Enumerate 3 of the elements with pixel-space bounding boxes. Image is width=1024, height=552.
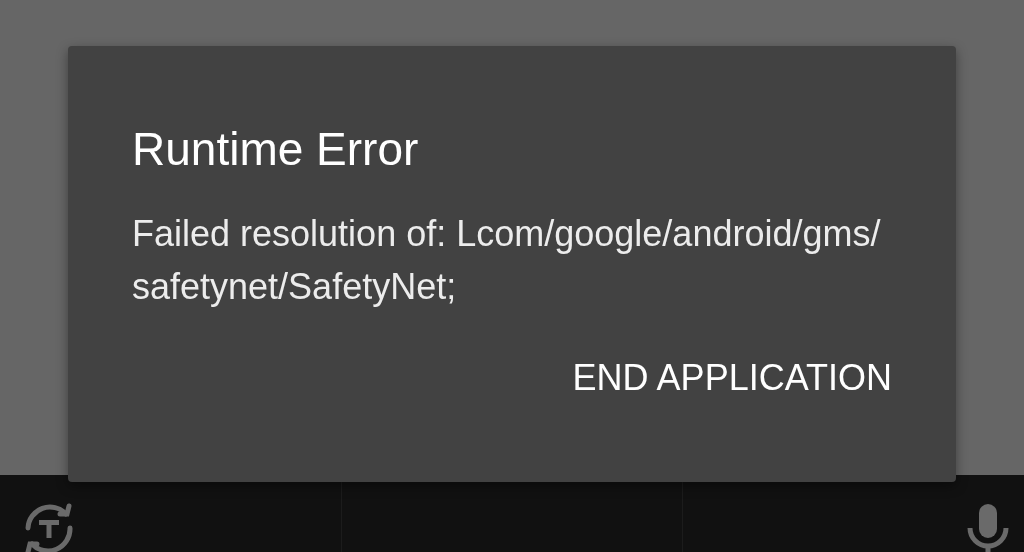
dialog-message: Failed resolution of: Lcom/google/android/gms/safetynet/SafetyNet; bbox=[132, 212, 882, 310]
dialog-title: Runtime Error bbox=[132, 122, 420, 177]
end-application-button[interactable]: END APPLICATION bbox=[568, 353, 896, 404]
